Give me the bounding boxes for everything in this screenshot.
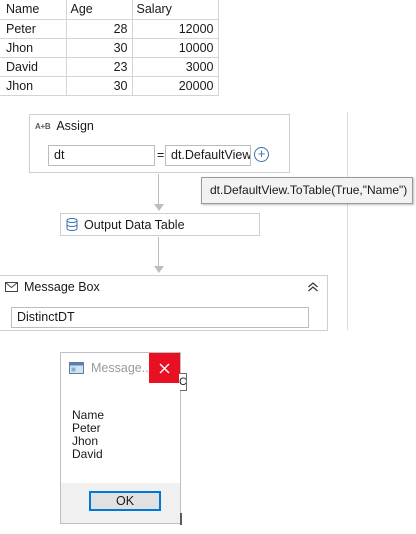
dialog-body: Name Peter Jhon David: [61, 383, 180, 483]
message-box-header: Message Box: [0, 276, 327, 298]
table-cell: 3000: [132, 57, 219, 77]
dialog-overflow-text: C: [179, 373, 187, 391]
table-cell: David: [0, 57, 67, 77]
table-row: Jhon 30 20000: [0, 76, 219, 96]
table-cell: Jhon: [0, 38, 67, 58]
double-chevron-up-icon[interactable]: [307, 282, 319, 292]
table-row: Jhon 30 10000: [0, 38, 219, 58]
data-table-icon: [66, 218, 78, 231]
message-dialog: Message... C Name Peter Jhon David OK: [60, 352, 187, 524]
table-row: David 23 3000: [0, 57, 219, 77]
table-header-row: Name Age Salary: [0, 0, 219, 20]
close-icon: [159, 363, 170, 373]
assign-activity[interactable]: A+B Assign dt = dt.DefaultView +: [29, 114, 290, 173]
ok-button[interactable]: OK: [89, 491, 161, 511]
table-cell: 12000: [132, 19, 219, 39]
table-row: Peter 28 12000: [0, 19, 219, 39]
assign-to-field[interactable]: dt: [48, 145, 155, 166]
table-cell: 23: [66, 57, 133, 77]
message-box-title: Message Box: [24, 280, 100, 294]
table-cell: 20000: [132, 76, 219, 96]
connector-arrow-icon: [154, 204, 164, 211]
connector-line: [158, 174, 159, 204]
output-data-table-header: Output Data Table: [61, 214, 259, 235]
output-data-table-title: Output Data Table: [84, 217, 185, 232]
message-box-text-field[interactable]: DistinctDT: [11, 307, 309, 328]
output-data-table-activity[interactable]: Output Data Table: [60, 213, 260, 236]
dialog-edge-shadow: [180, 513, 182, 525]
close-button[interactable]: [149, 353, 180, 383]
dialog-message: Name Peter Jhon David: [72, 409, 104, 461]
plus-circle-icon[interactable]: +: [254, 147, 269, 162]
expression-tooltip: dt.DefaultView.ToTable(True,"Name"): [201, 177, 413, 204]
table-cell: 30: [66, 76, 133, 96]
table-cell: Jhon: [0, 76, 67, 96]
table-header-cell: Name: [0, 0, 67, 20]
table-cell: 10000: [132, 38, 219, 58]
data-table: Name Age Salary Peter 28 12000 Jhon 30 10000 Davi…: [0, 0, 219, 96]
table-header-cell: Age: [66, 0, 133, 20]
table-cell: 30: [66, 38, 133, 58]
message-box-activity[interactable]: Message Box DistinctDT: [0, 275, 328, 331]
window-app-icon: [69, 362, 84, 374]
envelope-icon: [5, 282, 18, 292]
table-header-cell: Salary: [132, 0, 219, 20]
assign-title: Assign: [56, 119, 94, 133]
assign-equals-sign: =: [157, 148, 165, 162]
dialog-title: Message...: [91, 361, 153, 375]
assign-header: A+B Assign: [30, 115, 289, 137]
assign-value-field[interactable]: dt.DefaultView: [165, 145, 251, 166]
connector-arrow-icon: [154, 266, 164, 273]
assign-icon: A+B: [35, 121, 51, 131]
table-cell: 28: [66, 19, 133, 39]
dialog-message-line: David: [72, 447, 103, 461]
table-cell: Peter: [0, 19, 67, 39]
canvas-divider: [347, 112, 348, 330]
dialog-titlebar: Message...: [61, 353, 180, 383]
connector-line: [158, 237, 159, 266]
